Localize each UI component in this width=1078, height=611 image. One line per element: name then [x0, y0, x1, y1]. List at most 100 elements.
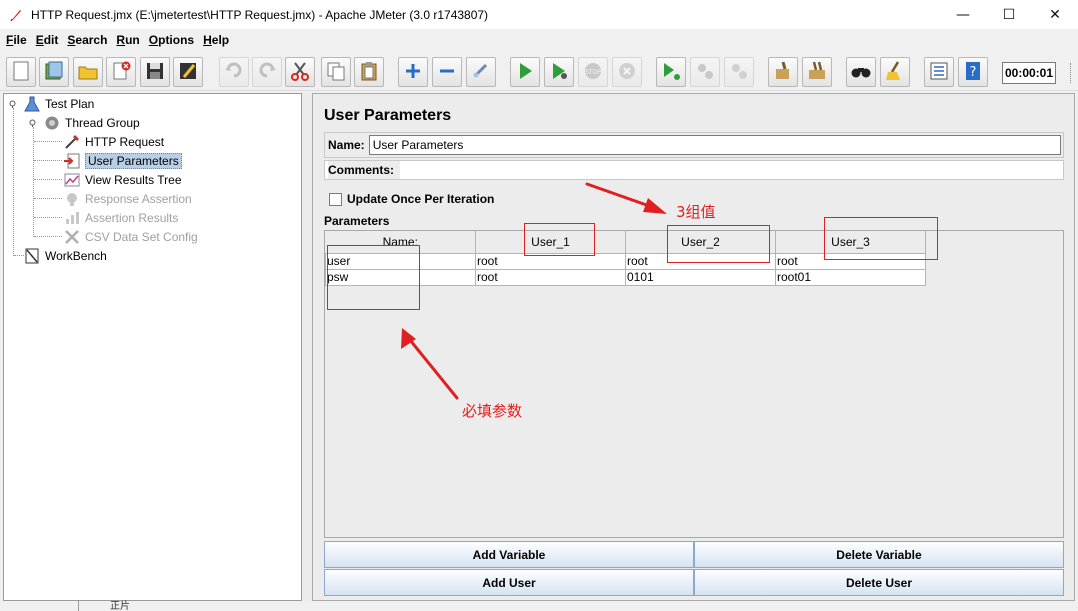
expand-button[interactable]: [398, 57, 428, 87]
comments-field[interactable]: [400, 161, 1063, 179]
remote-start-button[interactable]: [656, 57, 686, 87]
annotation-three-groups: 3组值: [676, 203, 716, 221]
table-cell[interactable]: 0101: [625, 268, 776, 286]
close-file-icon: [110, 60, 132, 85]
menu-options[interactable]: Options: [149, 33, 194, 47]
update-once-row: Update Once Per Iteration: [329, 192, 494, 206]
shutdown-button[interactable]: [612, 57, 642, 87]
redo-icon: [256, 60, 278, 85]
remote-start-icon: [660, 60, 682, 85]
templates-button[interactable]: [39, 57, 69, 87]
maximize-icon: ☐: [1002, 6, 1016, 23]
name-label: Name:: [328, 138, 365, 152]
copy-button[interactable]: [321, 57, 351, 87]
table-cell[interactable]: root: [475, 268, 626, 286]
remote-shutdown-icon: [728, 60, 750, 85]
menu-run[interactable]: Run: [116, 33, 139, 47]
toggle-button[interactable]: [466, 57, 496, 87]
tree-node-workbench[interactable]: WorkBench: [23, 246, 107, 265]
add-variable-button[interactable]: Add Variable: [324, 541, 694, 568]
tree-guide-line: [34, 236, 62, 237]
menu-edit[interactable]: Edit: [36, 33, 59, 47]
tree-node-user-parameters[interactable]: User Parameters: [63, 151, 182, 170]
start-button[interactable]: [510, 57, 540, 87]
cut-icon: [289, 60, 311, 85]
reset-search-button[interactable]: [880, 57, 910, 87]
update-once-checkbox[interactable]: [329, 192, 342, 206]
search-button[interactable]: [846, 57, 876, 87]
collapse-button[interactable]: [432, 57, 462, 87]
save-button[interactable]: [140, 57, 170, 87]
open-button[interactable]: [73, 57, 103, 87]
tree-node-thread-group[interactable]: Thread Group: [43, 113, 140, 132]
tree-node-csv-data-set-config[interactable]: CSV Data Set Config: [63, 227, 198, 246]
minimize-icon: —: [956, 6, 970, 23]
help-icon: ?: [962, 60, 984, 85]
tree-node-http-request[interactable]: HTTP Request: [63, 132, 164, 151]
start-no-pauses-button[interactable]: [544, 57, 574, 87]
toolbar-grip[interactable]: [1070, 63, 1073, 83]
remote-shutdown-button[interactable]: [724, 57, 754, 87]
tree-guide-line: [34, 179, 62, 180]
cut-button[interactable]: [285, 57, 315, 87]
collapse-handle-icon[interactable]: [28, 118, 37, 127]
comments-label: Comments:: [328, 161, 401, 179]
tree-guide-line: [33, 127, 34, 237]
user-parameters-panel: User Parameters Name: User Parameters Co…: [312, 93, 1075, 601]
svg-text:STOP: STOP: [585, 69, 601, 76]
listener-icon: [63, 171, 81, 189]
minimize-button[interactable]: —: [940, 0, 986, 29]
clear-button[interactable]: [768, 57, 798, 87]
tree-guide-line: [34, 141, 62, 142]
clear-icon: [772, 60, 794, 85]
add-user-button[interactable]: Add User: [324, 569, 694, 596]
workbench-icon: [23, 247, 41, 265]
remote-stop-icon: [694, 60, 716, 85]
search-icon: [850, 60, 872, 85]
collapse-handle-icon[interactable]: [8, 99, 17, 108]
update-once-label: Update Once Per Iteration: [347, 192, 495, 206]
new-button[interactable]: [6, 57, 36, 87]
save-as-button[interactable]: [173, 57, 203, 87]
elapsed-timer: 00:00:01: [1002, 62, 1056, 84]
jmeter-feather-icon: [9, 8, 23, 22]
delete-variable-button[interactable]: Delete Variable: [694, 541, 1064, 568]
name-field[interactable]: User Parameters: [368, 135, 1061, 155]
redo-button[interactable]: [252, 57, 282, 87]
close-button[interactable]: ✕: [1032, 0, 1078, 29]
shutdown-icon: [616, 60, 638, 85]
config-icon: [63, 228, 81, 246]
status-strip: 正片: [0, 601, 1078, 611]
tree-node-response-assertion[interactable]: Response Assertion: [63, 189, 192, 208]
tree-node-test-plan[interactable]: Test Plan: [23, 94, 94, 113]
tree-node-label: WorkBench: [45, 248, 107, 263]
stop-button[interactable]: STOP: [578, 57, 608, 87]
tree-node-assertion-results[interactable]: Assertion Results: [63, 208, 178, 227]
maximize-button[interactable]: ☐: [986, 0, 1032, 29]
panel-splitter[interactable]: [302, 93, 312, 601]
tree-node-label: Response Assertion: [85, 191, 192, 206]
undo-button[interactable]: [219, 57, 249, 87]
clear-all-button[interactable]: [802, 57, 832, 87]
help-button[interactable]: ?: [958, 57, 988, 87]
menu-search[interactable]: Search: [67, 33, 107, 47]
start-icon: [514, 60, 536, 85]
close-file-button[interactable]: [106, 57, 136, 87]
tree-node-label: CSV Data Set Config: [85, 229, 198, 244]
tree-node-view-results-tree[interactable]: View Results Tree: [63, 170, 182, 189]
paste-button[interactable]: [354, 57, 384, 87]
copy-icon: [325, 60, 347, 85]
table-cell[interactable]: root01: [775, 268, 926, 286]
function-helper-button[interactable]: [924, 57, 954, 87]
start-no-pauses-icon: [548, 60, 570, 85]
templates-icon: [43, 60, 65, 85]
open-icon: [77, 60, 99, 85]
menu-help[interactable]: Help: [203, 33, 229, 47]
tree-guide-line: [13, 108, 14, 256]
delete-user-button[interactable]: Delete User: [694, 569, 1064, 596]
menu-file[interactable]: File: [6, 33, 27, 47]
reset-search-icon: [884, 60, 906, 85]
name-row: Name: User Parameters: [324, 132, 1064, 158]
thread-group-icon: [43, 114, 61, 132]
remote-stop-button[interactable]: [690, 57, 720, 87]
